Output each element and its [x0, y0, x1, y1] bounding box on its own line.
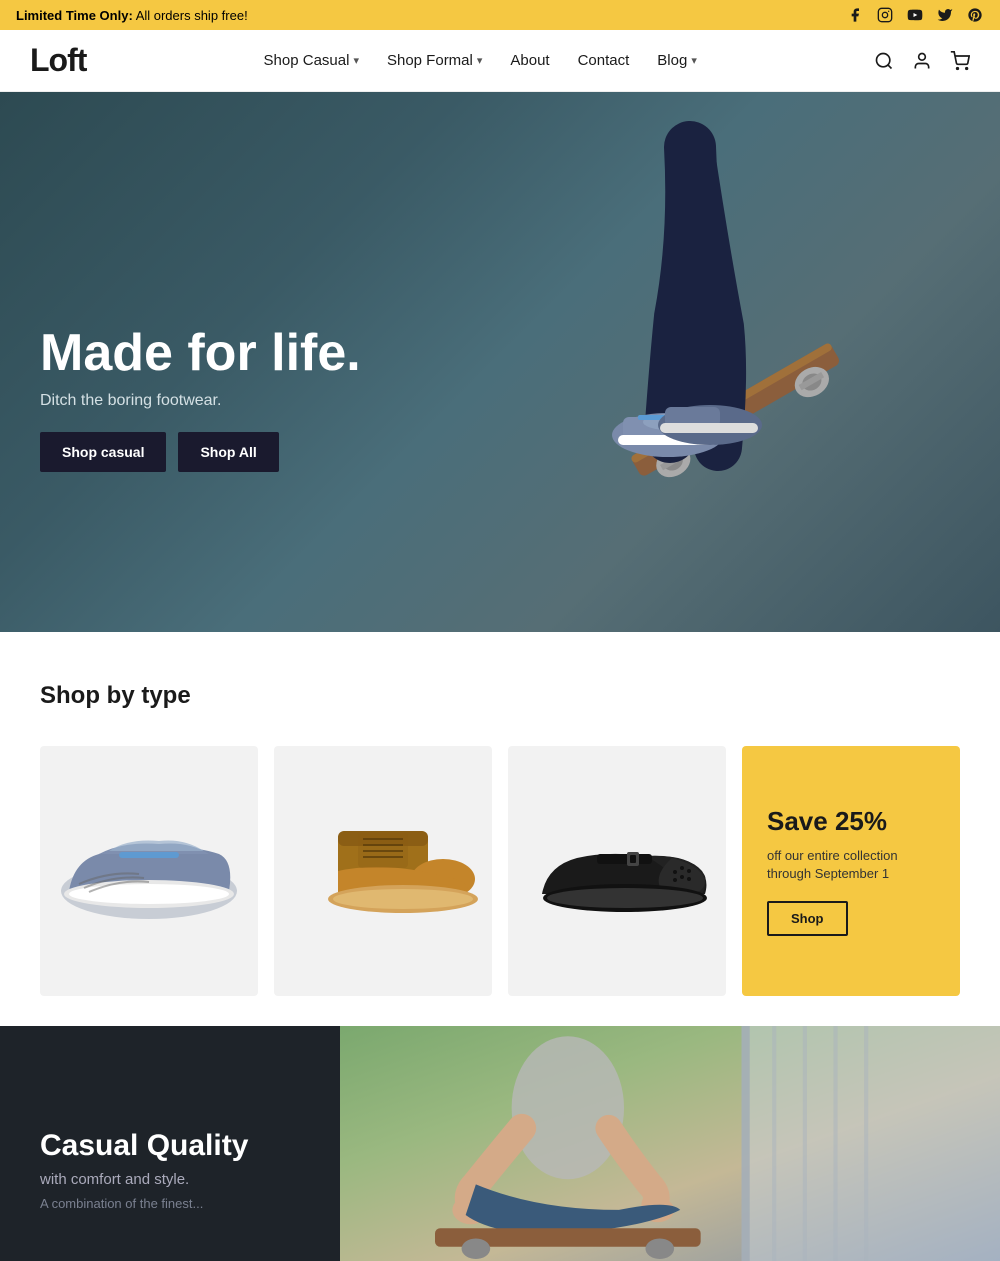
blog-chevron: ▾: [691, 54, 697, 67]
nav-blog[interactable]: Blog ▾: [643, 44, 711, 77]
shop-casual-button[interactable]: Shop casual: [40, 432, 166, 472]
hero-subtitle: Ditch the boring footwear.: [40, 392, 361, 410]
products-grid: Save 25% off our entire collection throu…: [40, 746, 960, 996]
instagram-icon[interactable]: [876, 6, 894, 24]
skater-svg: [550, 117, 910, 627]
product-card-1[interactable]: [40, 746, 258, 996]
announcement-message: All orders ship free!: [136, 8, 248, 23]
announcement-text: Limited Time Only: All orders ship free!: [16, 8, 248, 23]
youtube-icon[interactable]: [906, 6, 924, 24]
bottom-subtitle: with comfort and style.: [40, 1171, 300, 1188]
product-card-2[interactable]: [274, 746, 492, 996]
cart-icon[interactable]: [950, 51, 970, 71]
product-card-3[interactable]: [508, 746, 726, 996]
bottom-description: A combination of the finest...: [40, 1196, 300, 1211]
shop-formal-chevron: ▾: [477, 54, 483, 67]
hero-content: Made for life. Ditch the boring footwear…: [40, 325, 361, 472]
nav: Shop Casual ▾ Shop Formal ▾ About Contac…: [250, 44, 711, 77]
nav-contact[interactable]: Contact: [564, 44, 644, 77]
promo-card[interactable]: Save 25% off our entire collection throu…: [742, 746, 960, 996]
shop-casual-chevron: ▾: [353, 54, 359, 67]
twitter-icon[interactable]: [936, 6, 954, 24]
social-icons: [846, 6, 984, 24]
shop-section: Shop by type: [0, 632, 1000, 1026]
shop-section-title: Shop by type: [40, 682, 960, 710]
hero-title: Made for life.: [40, 325, 361, 382]
announcement-bar: Limited Time Only: All orders ship free!: [0, 0, 1000, 30]
shoe-1-image: [49, 816, 249, 926]
nav-shop-formal[interactable]: Shop Formal ▾: [373, 44, 496, 77]
logo[interactable]: Loft: [30, 42, 86, 79]
header: Loft Shop Casual ▾ Shop Formal ▾ About C…: [0, 30, 1000, 92]
account-icon[interactable]: [912, 51, 932, 71]
shoe-2-image: [283, 811, 483, 931]
nav-shop-casual[interactable]: Shop Casual ▾: [250, 44, 373, 77]
search-icon[interactable]: [874, 51, 894, 71]
promo-shop-button[interactable]: Shop: [767, 901, 848, 936]
shop-all-button[interactable]: Shop All: [178, 432, 278, 472]
nav-about[interactable]: About: [496, 44, 563, 77]
promo-text: off our entire collection through Septem…: [767, 847, 935, 883]
hero-section: Made for life. Ditch the boring footwear…: [0, 92, 1000, 632]
bottom-dark-panel: Casual Quality with comfort and style. A…: [0, 1026, 340, 1261]
facebook-icon[interactable]: [846, 6, 864, 24]
pinterest-icon[interactable]: [966, 6, 984, 24]
bottom-section: Casual Quality with comfort and style. A…: [0, 1026, 1000, 1261]
announcement-prefix: Limited Time Only:: [16, 8, 133, 23]
bottom-title: Casual Quality: [40, 1129, 300, 1163]
promo-title: Save 25%: [767, 806, 887, 837]
bottom-image: [340, 1026, 1000, 1261]
bottom-person-svg: [340, 1026, 1000, 1261]
shoe-3-image: [517, 816, 717, 926]
header-actions: [874, 51, 970, 71]
hero-image: [540, 112, 920, 632]
hero-buttons: Shop casual Shop All: [40, 432, 361, 472]
